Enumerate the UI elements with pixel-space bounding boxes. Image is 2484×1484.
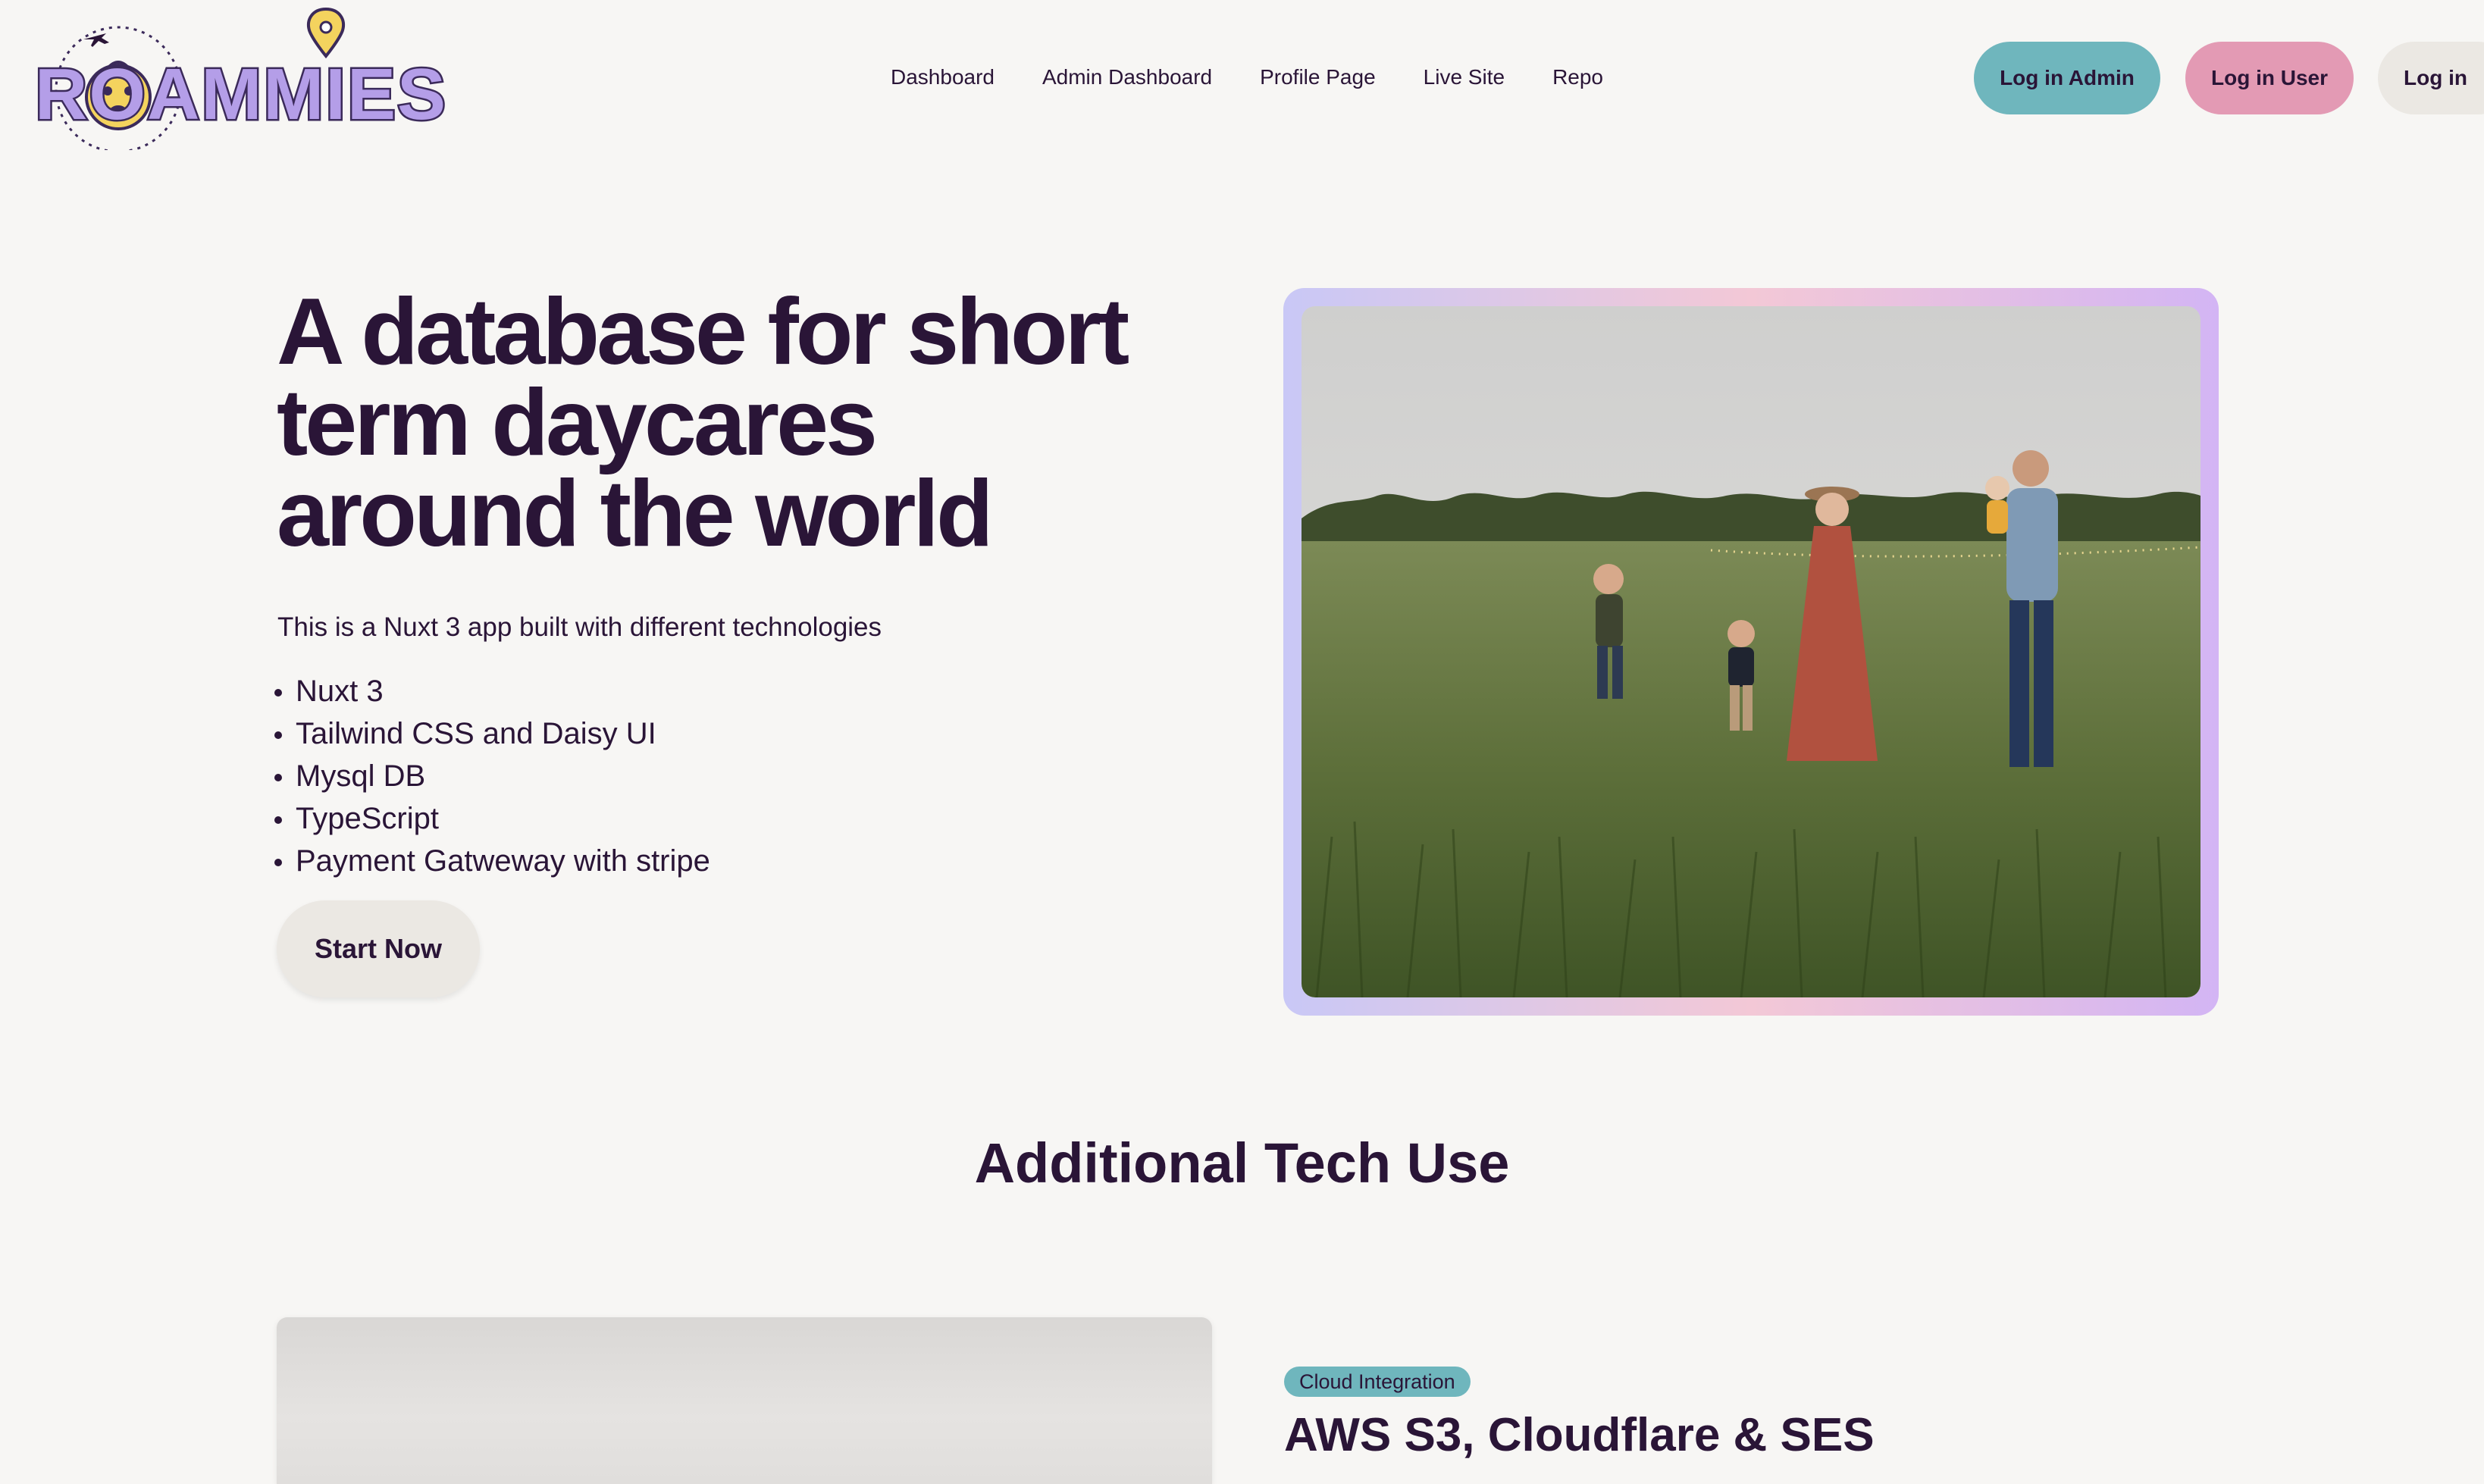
nav-link-dashboard[interactable]: Dashboard	[891, 65, 995, 89]
hero-image-frame	[1283, 288, 2219, 1016]
tech-list-item: TypeScript	[274, 797, 710, 840]
login-admin-button[interactable]: Log in Admin	[1974, 42, 2160, 114]
nav-link-admin-dashboard[interactable]: Admin Dashboard	[1042, 65, 1212, 89]
feature-title: AWS S3, Cloudflare & SES	[1284, 1409, 1875, 1461]
tech-list-item: Nuxt 3	[274, 670, 710, 712]
main-nav: Dashboard Admin Dashboard Profile Page L…	[891, 65, 1603, 89]
section-title: Additional Tech Use	[974, 1132, 1510, 1194]
family-field-photo	[1302, 306, 2201, 997]
tech-list: Nuxt 3 Tailwind CSS and Daisy UI Mysql D…	[271, 670, 710, 882]
tech-list-item: Tailwind CSS and Daisy UI	[274, 712, 710, 755]
navbar: ROAMMIES Dashboard Admin Dashboard Profi…	[0, 0, 2484, 159]
hero-intro: This is a Nuxt 3 app built with differen…	[277, 612, 882, 642]
roammies-logo[interactable]: ROAMMIES	[33, 6, 448, 150]
tech-list-item: Mysql DB	[274, 755, 710, 797]
hero-title: A database for short term daycares aroun…	[277, 280, 1129, 566]
logo-wordmark: ROAMMIES	[33, 52, 448, 137]
login-user-button[interactable]: Log in User	[2185, 42, 2354, 114]
nav-link-live-site[interactable]: Live Site	[1424, 65, 1505, 89]
tech-list-item: Payment Gatweway with stripe	[274, 840, 710, 882]
nav-link-profile-page[interactable]: Profile Page	[1260, 65, 1376, 89]
login-button[interactable]: Log in	[2378, 42, 2484, 114]
category-badge: Cloud Integration	[1284, 1367, 1471, 1397]
feature-image	[277, 1317, 1212, 1484]
nav-link-repo[interactable]: Repo	[1552, 65, 1603, 89]
start-now-button[interactable]: Start Now	[277, 900, 480, 997]
